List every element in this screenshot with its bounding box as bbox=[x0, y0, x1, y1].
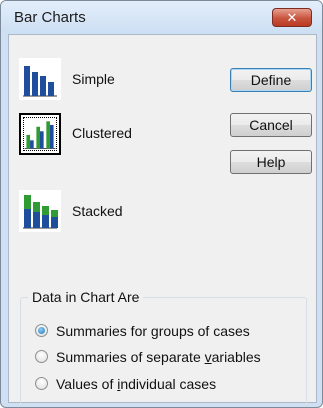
radio-button[interactable] bbox=[35, 350, 48, 363]
label-text: Summaries of separate bbox=[56, 349, 205, 365]
title-bar[interactable]: Bar Charts ✕ bbox=[1, 1, 322, 33]
label-text: roups of cases bbox=[158, 323, 250, 339]
window-title: Bar Charts bbox=[14, 9, 86, 26]
radio-label-values-individual: Values of individual cases bbox=[56, 376, 216, 392]
chart-type-label-clustered: Clustered bbox=[72, 125, 132, 141]
close-button[interactable]: ✕ bbox=[272, 8, 312, 27]
help-button[interactable]: Help bbox=[230, 150, 312, 174]
mnemonic-key: g bbox=[150, 323, 159, 339]
radio-label-summaries-groups: Summaries for groups of cases bbox=[56, 323, 250, 339]
chart-type-label-simple: Simple bbox=[72, 71, 115, 87]
label-text: Values of bbox=[56, 376, 118, 392]
clustered-bar-chart-icon bbox=[19, 113, 61, 155]
mnemonic-key: v bbox=[204, 349, 212, 365]
radio-button[interactable] bbox=[35, 377, 48, 390]
chart-type-label-stacked: Stacked bbox=[72, 203, 123, 219]
label-text: ariables bbox=[211, 349, 261, 365]
label-text: Summaries for bbox=[56, 323, 151, 339]
label-text: ndividual cases bbox=[120, 376, 217, 392]
simple-bar-chart-icon bbox=[19, 58, 61, 100]
stacked-bar-chart-icon bbox=[19, 190, 61, 232]
close-icon: ✕ bbox=[286, 10, 298, 25]
bar-charts-dialog: Bar Charts ✕ Simple Clustered Stacked De… bbox=[0, 0, 323, 408]
cancel-button[interactable]: Cancel bbox=[230, 113, 312, 137]
define-button[interactable]: Define bbox=[230, 68, 312, 92]
radio-button-selected[interactable] bbox=[35, 324, 48, 337]
dialog-body: Simple Clustered Stacked Define Cancel H… bbox=[8, 34, 317, 407]
groupbox-title: Data in Chart Are bbox=[28, 289, 144, 305]
radio-label-summaries-variables: Summaries of separate variables bbox=[56, 349, 261, 365]
